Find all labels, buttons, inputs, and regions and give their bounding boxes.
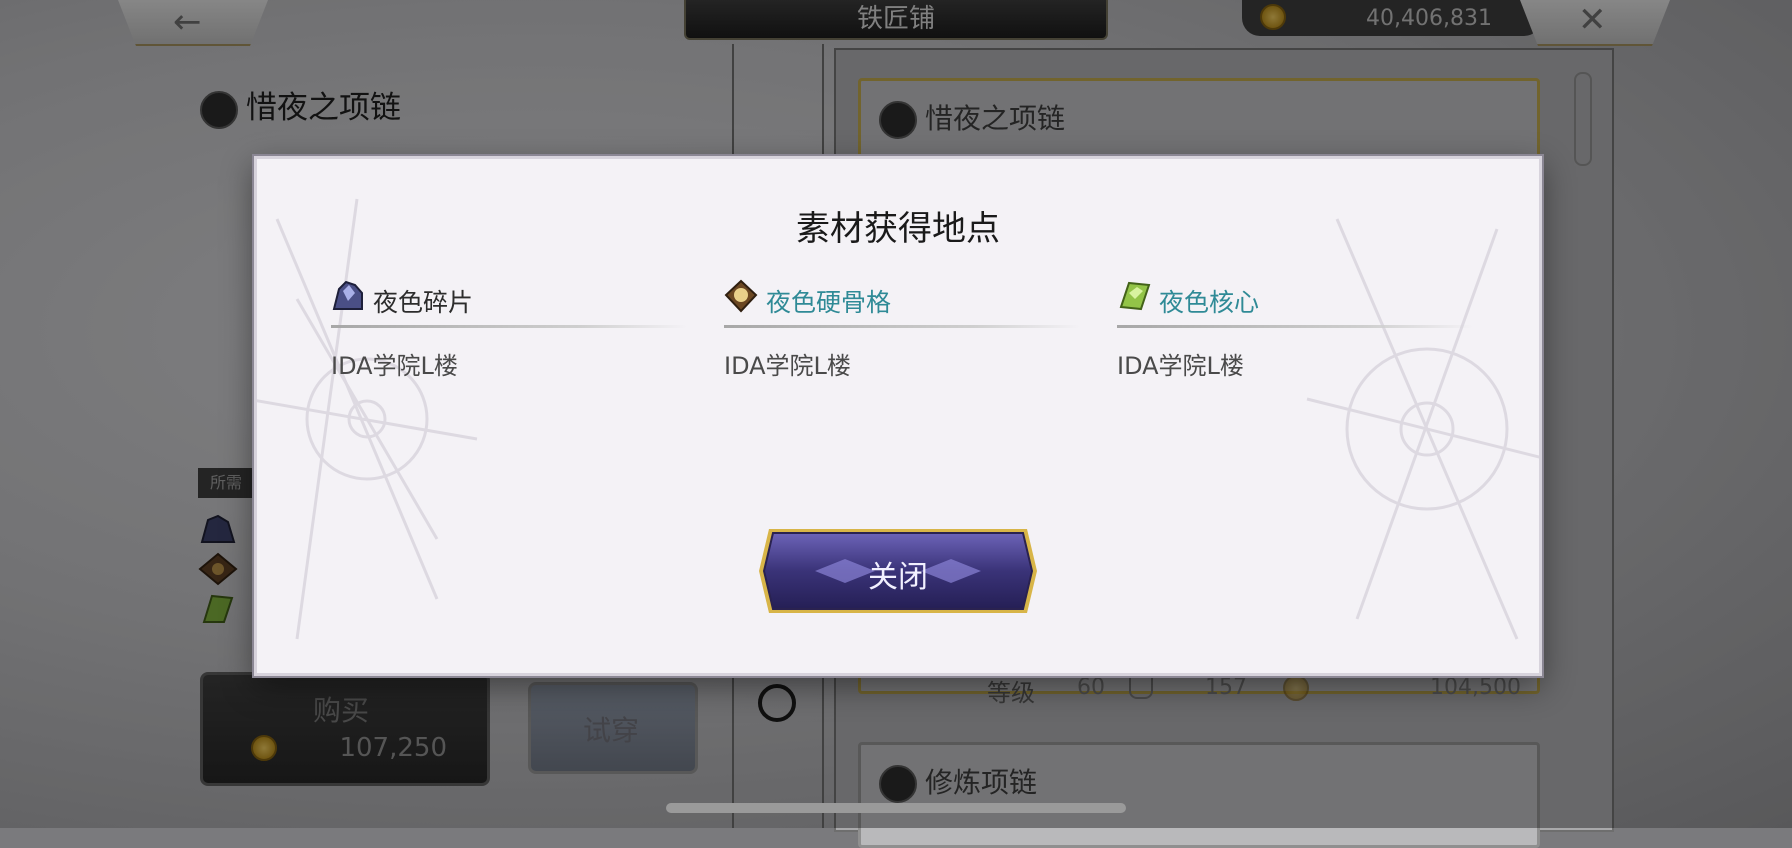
material-source[interactable]: IDA学院L楼 <box>1117 346 1473 381</box>
decorative-ornament <box>257 198 478 640</box>
material-entry: 夜色核心 IDA学院L楼 <box>1117 279 1473 381</box>
material-source-dialog: 素材获得地点 夜色碎片 IDA学院L楼 夜色硬骨格 IDA学院L楼 夜色核心 I… <box>254 156 1542 676</box>
material-name: 夜色碎片 <box>373 288 474 317</box>
dialog-title: 素材获得地点 <box>796 209 1000 249</box>
night-core-icon <box>1119 281 1151 311</box>
divider <box>724 325 1080 328</box>
material-header: 夜色硬骨格 <box>724 279 1080 319</box>
material-header: 夜色碎片 <box>331 279 687 319</box>
material-entry: 夜色碎片 IDA学院L楼 <box>331 279 687 381</box>
night-shard-icon <box>332 280 363 310</box>
divider <box>1117 325 1473 328</box>
night-bone-icon <box>724 279 758 313</box>
material-entry: 夜色硬骨格 IDA学院L楼 <box>724 279 1080 381</box>
material-source[interactable]: IDA学院L楼 <box>724 346 1080 381</box>
material-source[interactable]: IDA学院L楼 <box>331 346 687 381</box>
home-indicator[interactable] <box>666 803 1126 813</box>
divider <box>331 325 687 328</box>
material-name: 夜色硬骨格 <box>766 288 892 317</box>
decorative-ornament <box>1306 218 1539 640</box>
material-header: 夜色核心 <box>1117 279 1473 319</box>
close-button[interactable]: 关闭 <box>755 525 1041 617</box>
material-name: 夜色核心 <box>1159 288 1260 317</box>
close-button-label: 关闭 <box>868 560 928 595</box>
